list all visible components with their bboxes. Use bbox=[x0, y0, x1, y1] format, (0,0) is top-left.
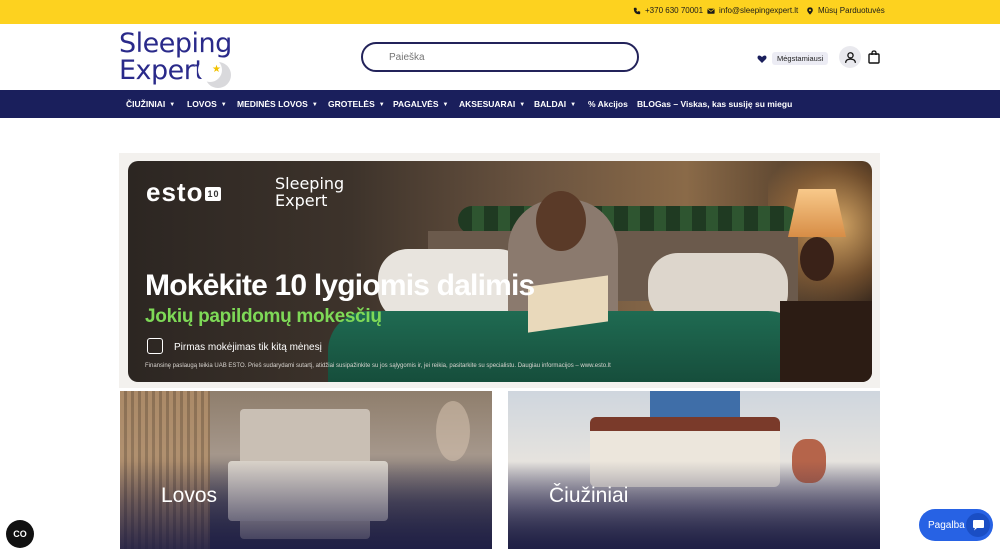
search-input[interactable] bbox=[361, 42, 639, 72]
caret-down-icon: ▼ bbox=[570, 102, 577, 108]
accessibility-label: CO bbox=[13, 529, 27, 539]
favorites-label: Mėgstamiausi bbox=[772, 52, 829, 65]
nav-item-ciuziniai[interactable]: ČIUŽINIAI ▼ bbox=[126, 90, 175, 118]
nav-label: BLOGas – Viskas, kas susiję su miegu bbox=[637, 99, 793, 109]
nav-item-aksesuarai[interactable]: AKSESUARAI ▼ bbox=[459, 90, 525, 118]
banner-note: Pirmas mokėjimas tik kitą mėnesį bbox=[174, 342, 322, 353]
top-info-bar: +370 630 70001 info@sleepingexpert.lt Mū… bbox=[0, 0, 1000, 24]
favorites-link[interactable]: Mėgstamiausi bbox=[757, 52, 829, 65]
site-logo[interactable]: Sleeping Expert ★ bbox=[119, 28, 239, 88]
accessibility-button[interactable]: CO bbox=[6, 520, 34, 548]
stores-text: Mūsų Parduotuvės bbox=[818, 6, 885, 15]
phone-link[interactable]: +370 630 70001 bbox=[633, 6, 703, 15]
phone-text: +370 630 70001 bbox=[645, 6, 704, 15]
nightstand bbox=[780, 301, 872, 382]
site-header: Sleeping Expert ★ Mėgstamiausi bbox=[0, 24, 1000, 90]
reading-woman-head bbox=[536, 191, 586, 251]
nav-item-groteles[interactable]: GROTELĖS ▼ bbox=[328, 90, 385, 118]
garland-decoration bbox=[458, 206, 798, 234]
category-card-lovos[interactable]: Lovos bbox=[120, 391, 492, 549]
banner-brand-logo: Sleeping Expert bbox=[275, 175, 344, 209]
nav-item-medines-lovos[interactable]: MEDINĖS LOVOS ▼ bbox=[237, 90, 318, 118]
phone-icon bbox=[633, 7, 641, 14]
nav-item-pagalves[interactable]: PAGALVĖS ▼ bbox=[393, 90, 448, 118]
vase-decoration bbox=[436, 401, 470, 461]
banner-fine-print: Finansinę paslaugą teikia UAB ESTO. Prie… bbox=[145, 363, 611, 369]
nav-item-baldai[interactable]: BALDAI ▼ bbox=[534, 90, 576, 118]
esto-logo-badge: 10 bbox=[205, 187, 222, 201]
nav-item-blog[interactable]: BLOGas – Viskas, kas susiję su miegu bbox=[637, 90, 792, 118]
stores-link[interactable]: Mūsų Parduotuvės bbox=[806, 6, 885, 15]
nav-label: ČIUŽINIAI bbox=[126, 99, 166, 109]
esto-logo: esto 10 bbox=[146, 177, 222, 208]
caret-down-icon: ▼ bbox=[519, 102, 526, 108]
nav-label: GROTELĖS bbox=[328, 99, 375, 109]
star-icon: ★ bbox=[212, 64, 221, 75]
location-pin-icon bbox=[807, 6, 813, 15]
lamp-base bbox=[800, 237, 834, 281]
category-label: Čiužiniai bbox=[549, 484, 629, 507]
heart-icon bbox=[757, 54, 767, 63]
mail-icon bbox=[707, 8, 715, 14]
nav-label: AKSESUARAI bbox=[459, 99, 516, 109]
banner-brand-line1: Sleeping bbox=[275, 174, 345, 193]
category-label: Lovos bbox=[161, 484, 218, 507]
account-button[interactable] bbox=[839, 46, 861, 68]
category-card-ciuziniai[interactable]: Čiužiniai bbox=[508, 391, 880, 549]
chat-bubble-icon bbox=[966, 513, 990, 537]
caret-down-icon: ▼ bbox=[311, 102, 318, 108]
calendar-icon bbox=[147, 338, 163, 354]
esto-logo-text: esto bbox=[146, 177, 204, 207]
nav-item-akcijos[interactable]: % Akcijos bbox=[588, 90, 628, 118]
nav-label: BALDAI bbox=[534, 99, 567, 109]
caret-down-icon: ▼ bbox=[378, 102, 385, 108]
nav-label: MEDINĖS LOVOS bbox=[237, 99, 308, 109]
banner-brand-line2: Expert bbox=[275, 191, 328, 210]
nav-label: PAGALVĖS bbox=[393, 99, 439, 109]
promo-banner[interactable]: esto 10 Sleeping Expert Mokėkite 10 lygio… bbox=[128, 161, 872, 382]
nav-item-lovos[interactable]: LOVOS ▼ bbox=[187, 90, 227, 118]
banner-headline: Mokėkite 10 lygiomis dalimis bbox=[145, 269, 535, 302]
main-nav: ČIUŽINIAI ▼ LOVOS ▼ MEDINĖS LOVOS ▼ GROTELĖ… bbox=[0, 90, 1000, 118]
nav-label: % Akcijos bbox=[588, 99, 628, 109]
logo-text-line1: Sleeping bbox=[119, 28, 232, 59]
banner-subheadline: Jokių papildomų mokesčių bbox=[145, 306, 382, 327]
help-label: Pagalba bbox=[928, 519, 965, 531]
email-link[interactable]: info@sleepingexpert.lt bbox=[707, 6, 798, 15]
caret-down-icon: ▼ bbox=[442, 102, 449, 108]
help-chat-button[interactable]: Pagalba bbox=[919, 509, 993, 541]
email-text: info@sleepingexpert.lt bbox=[719, 6, 799, 15]
caret-down-icon: ▼ bbox=[220, 102, 227, 108]
caret-down-icon: ▼ bbox=[169, 102, 176, 108]
user-icon bbox=[844, 51, 856, 63]
nav-label: LOVOS bbox=[187, 99, 217, 109]
logo-text-line2: Expert bbox=[119, 55, 205, 86]
cart-bag-icon[interactable] bbox=[868, 50, 880, 64]
